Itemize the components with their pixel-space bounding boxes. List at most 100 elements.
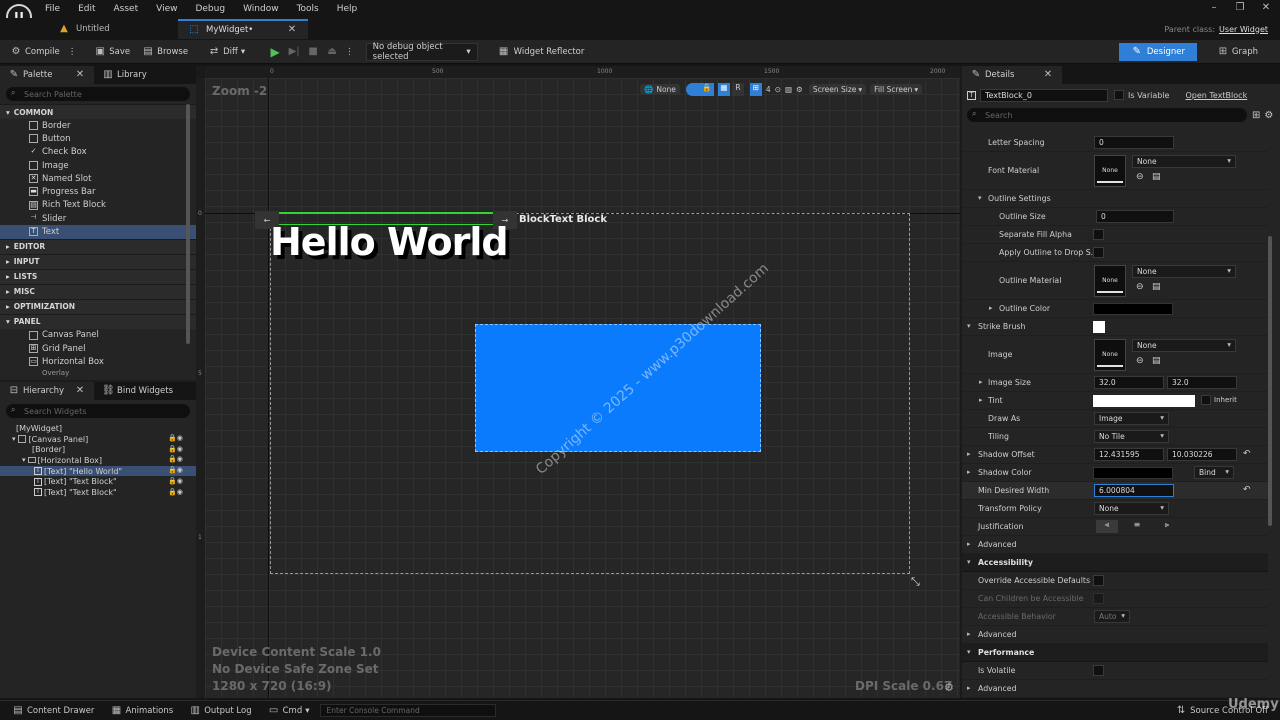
apply-outline-checkbox[interactable]: [1093, 247, 1104, 258]
override-accessible-checkbox[interactable]: [1093, 575, 1104, 586]
dpi-settings-icon[interactable]: ⚙: [944, 681, 954, 694]
designer-button[interactable]: ✎ Designer: [1118, 42, 1197, 61]
chevron-right-icon[interactable]: ▸: [979, 378, 983, 386]
r-label[interactable]: R: [731, 82, 744, 96]
shadow-offset-y-input[interactable]: 10.030226: [1167, 448, 1237, 461]
hierarchy-item-border[interactable]: [Border]: [0, 444, 196, 455]
category-misc[interactable]: ▸ MISC: [0, 283, 196, 299]
save-button[interactable]: ▣ Save: [88, 43, 136, 61]
widget-name-input[interactable]: TextBlock_0: [980, 88, 1108, 102]
image-size-y-input[interactable]: 32.0: [1167, 376, 1237, 389]
details-search-input[interactable]: ⌕ Search: [967, 108, 1247, 122]
palette-item-button[interactable]: Button: [0, 132, 196, 145]
shadow-color-swatch[interactable]: [1093, 467, 1173, 479]
hierarchy-item-text-block-1[interactable]: T [Text] "Text Block": [0, 476, 196, 487]
grid-size-label[interactable]: 4: [766, 85, 771, 94]
details-settings-icon[interactable]: ⚙: [1264, 110, 1273, 121]
palette-item-horizontal-box[interactable]: ▭ Horizontal Box: [0, 355, 196, 368]
letter-spacing-input[interactable]: 0: [1094, 136, 1174, 149]
tab-untitled[interactable]: ▲ Untitled: [48, 19, 178, 39]
font-material-thumbnail[interactable]: None: [1094, 155, 1126, 187]
outline-color-swatch[interactable]: [1093, 303, 1173, 315]
close-icon[interactable]: ✕: [74, 69, 86, 81]
open-text-block-link[interactable]: Open TextBlock: [1185, 91, 1247, 100]
use-selected-icon[interactable]: ⊖: [1136, 356, 1144, 366]
palette-item-rich-text-block[interactable]: ▤ Rich Text Block: [0, 199, 196, 212]
palette-search-input[interactable]: ⌕ Search Palette: [6, 87, 190, 101]
prop-advanced[interactable]: ▸ Advanced: [962, 536, 1268, 554]
lock-eye-icon[interactable]: 🔒◉: [168, 433, 192, 444]
tiling-select[interactable]: No Tile: [1094, 430, 1169, 443]
tab-palette[interactable]: ✎ Palette ✕: [0, 66, 94, 84]
diff-button[interactable]: ⇄ Diff ▾: [202, 43, 251, 61]
browse-asset-icon[interactable]: ▤: [1152, 282, 1161, 292]
hierarchy-item-mywidget[interactable]: [MyWidget]: [0, 423, 196, 434]
palette-item-border[interactable]: Border: [0, 119, 196, 132]
section-accessibility[interactable]: ▾ Accessibility: [962, 554, 1268, 572]
menu-edit[interactable]: Edit: [78, 4, 95, 14]
play-options-icon[interactable]: ⋮: [345, 47, 354, 57]
resize-handle-icon[interactable]: ⤡: [911, 575, 920, 589]
category-lists[interactable]: ▸ LISTS: [0, 268, 196, 284]
image-view-icon[interactable]: ▧: [785, 85, 792, 94]
image-size-x-input[interactable]: 32.0: [1094, 376, 1164, 389]
menu-debug[interactable]: Debug: [195, 4, 225, 14]
reset-to-default-icon[interactable]: ↶: [1243, 485, 1251, 495]
browse-button[interactable]: ▤ Browse: [136, 43, 194, 61]
image-thumbnail[interactable]: None: [1094, 339, 1126, 371]
compile-button[interactable]: ⚙ Compile ⋮: [4, 43, 82, 61]
toggle-icon[interactable]: [685, 82, 700, 96]
hello-world-text[interactable]: Hello World: [270, 220, 509, 264]
menu-window[interactable]: Window: [243, 4, 279, 14]
menu-help[interactable]: Help: [337, 4, 358, 14]
chevron-right-icon[interactable]: ▸: [989, 304, 993, 312]
use-selected-icon[interactable]: ⊖: [1136, 282, 1144, 292]
lock-icon[interactable]: 🔒: [699, 82, 714, 96]
fit-icon[interactable]: ⊙: [775, 85, 781, 94]
tint-inherit-checkbox[interactable]: [1201, 395, 1211, 405]
palette-item-image[interactable]: Image: [0, 159, 196, 172]
lock-eye-icon[interactable]: 🔒◉: [168, 487, 192, 498]
close-window-icon[interactable]: ✕: [1260, 2, 1272, 14]
stop-icon[interactable]: ■: [307, 46, 319, 58]
menu-file[interactable]: File: [45, 4, 60, 14]
align-right-icon[interactable]: ⫸: [1156, 520, 1178, 533]
palette-item-slider[interactable]: ⊣ Slider: [0, 212, 196, 225]
browse-asset-icon[interactable]: ▤: [1152, 172, 1161, 182]
image-select[interactable]: None: [1132, 339, 1236, 352]
graph-button[interactable]: ⊞ Graph: [1211, 43, 1264, 61]
lock-eye-icon[interactable]: 🔒◉: [168, 454, 192, 465]
fill-screen-dropdown[interactable]: Fill Screen ▾: [870, 83, 923, 95]
transform-policy-select[interactable]: None: [1094, 502, 1169, 515]
category-input[interactable]: ▸ INPUT: [0, 253, 196, 269]
screen-size-dropdown[interactable]: Screen Size ▾: [808, 83, 867, 95]
cmd-button[interactable]: ▭ Cmd ▾: [264, 705, 314, 717]
min-desired-width-input[interactable]: 6.000804: [1094, 484, 1174, 497]
play-icon[interactable]: ▶: [269, 46, 281, 58]
category-common[interactable]: ▾ COMMON: [0, 104, 196, 119]
lock-eye-icon[interactable]: 🔒◉: [168, 465, 192, 476]
tab-mywidget[interactable]: ⬚ MyWidget• ✕: [178, 19, 308, 39]
hierarchy-item-text-hello-world[interactable]: T [Text] "Hello World": [0, 465, 196, 477]
output-log-button[interactable]: ▥ Output Log: [185, 705, 255, 717]
palette-item-grid-panel[interactable]: ⊞ Grid Panel: [0, 342, 196, 355]
console-command-input[interactable]: Enter Console Command: [319, 704, 496, 717]
chevron-right-icon[interactable]: ▸: [967, 450, 971, 458]
close-tab-icon[interactable]: ✕: [286, 24, 298, 36]
hierarchy-item-canvas-panel[interactable]: ▾ [Canvas Panel]: [0, 434, 196, 445]
widget-reflector-button[interactable]: ▦ Widget Reflector: [492, 43, 591, 61]
palette-item-canvas-panel[interactable]: Canvas Panel: [0, 329, 196, 342]
separate-fill-alpha-checkbox[interactable]: [1093, 229, 1104, 240]
draw-as-select[interactable]: Image: [1094, 412, 1169, 425]
align-center-icon[interactable]: ≡: [1126, 520, 1148, 533]
palette-item-text[interactable]: T Text: [0, 225, 196, 239]
palette-item-progress-bar[interactable]: ▬ Progress Bar: [0, 185, 196, 198]
lock-eye-icon[interactable]: 🔒◉: [168, 444, 192, 455]
maximize-icon[interactable]: ❐: [1234, 2, 1246, 14]
lock-eye-icon[interactable]: 🔒◉: [168, 476, 192, 487]
is-variable-checkbox[interactable]: [1114, 90, 1124, 100]
settings-icon[interactable]: ⚙: [796, 85, 803, 94]
eject-icon[interactable]: ⏏: [326, 46, 338, 58]
outline-material-select[interactable]: None: [1132, 265, 1236, 278]
prop-outline-settings[interactable]: ▾ Outline Settings: [962, 190, 1268, 208]
